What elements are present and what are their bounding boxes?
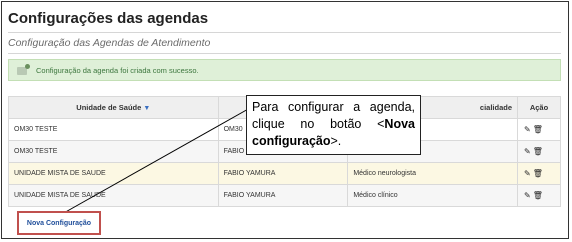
callout-text-end: >. — [330, 134, 342, 148]
nova-configuracao-button[interactable]: Nova Configuração — [27, 220, 91, 227]
instruction-callout: Para configurar a agenda, clique no botã… — [246, 95, 421, 155]
nova-configuracao-highlight: Nova Configuração — [17, 211, 101, 235]
